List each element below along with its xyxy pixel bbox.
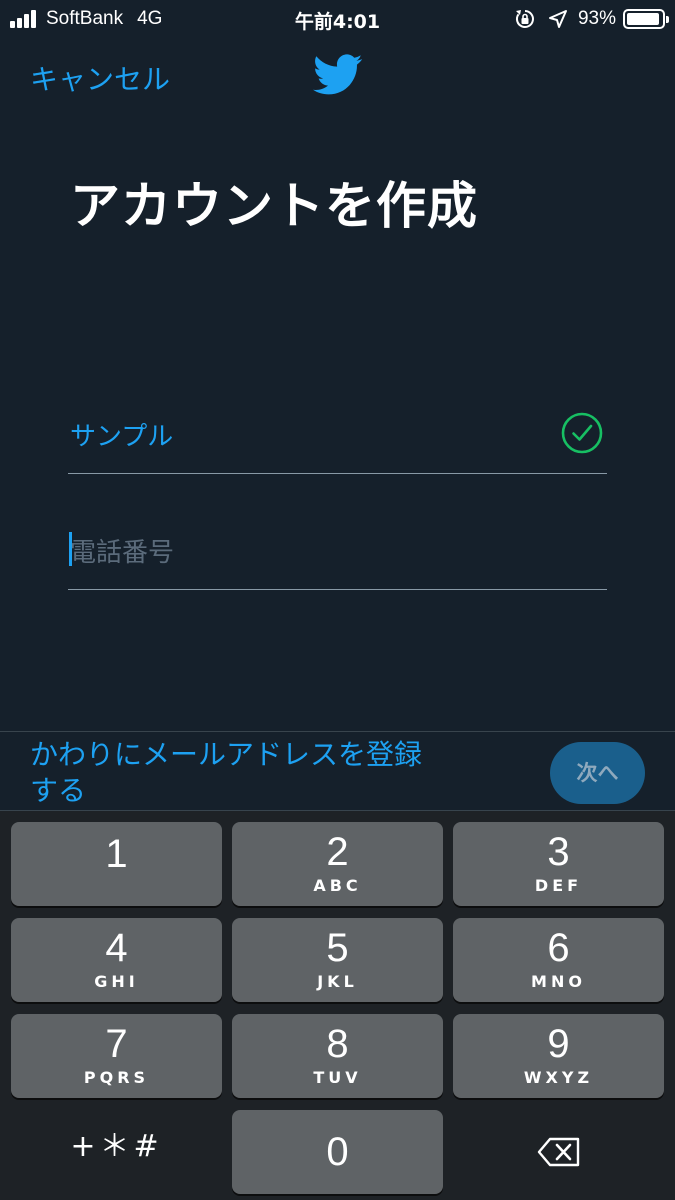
key-letters: TUV [313, 1068, 362, 1087]
key-9[interactable]: 9 WXYZ [453, 1014, 664, 1098]
key-4[interactable]: 4 GHI [11, 918, 222, 1002]
battery-icon [623, 9, 669, 29]
key-digit: 5 [326, 926, 349, 970]
key-digit: 6 [547, 926, 570, 970]
numeric-keypad: 1 2 ABC 3 DEF 4 GHI 5 JKL 6 MNO 7 PQRS 8… [0, 811, 675, 1200]
key-0[interactable]: 0 [232, 1110, 443, 1194]
delete-key[interactable] [453, 1110, 664, 1194]
use-email-link[interactable]: かわりにメールアドレスを登録する [30, 737, 440, 809]
next-button[interactable]: 次へ [550, 742, 645, 804]
location-icon [548, 10, 567, 28]
key-digit: 3 [547, 830, 570, 874]
key-digit: 1 [105, 832, 128, 876]
page-title: アカウントを作成 [70, 177, 478, 235]
key-1[interactable]: 1 [11, 822, 222, 906]
key-8[interactable]: 8 TUV [232, 1014, 443, 1098]
name-value: サンプル [70, 422, 174, 452]
phone-placeholder: 電話番号 [70, 538, 175, 568]
key-letters: JKL [317, 972, 358, 991]
cancel-button[interactable]: キャンセル [30, 58, 170, 98]
twitter-bird-icon [313, 54, 363, 95]
key-3[interactable]: 3 DEF [453, 822, 664, 906]
status-right: 93% [514, 6, 669, 32]
phone-field[interactable]: 電話番号 [68, 520, 607, 590]
key-letters: GHI [94, 972, 139, 991]
name-field[interactable]: サンプル [68, 404, 607, 474]
key-symbols[interactable]: +＊# [11, 1105, 222, 1189]
key-2[interactable]: 2 ABC [232, 822, 443, 906]
backspace-icon [537, 1137, 580, 1167]
status-bar: SoftBank 4G 午前4:01 93% [0, 0, 675, 38]
battery-fill [627, 13, 659, 25]
key-7[interactable]: 7 PQRS [11, 1014, 222, 1098]
key-digit: 4 [105, 926, 128, 970]
key-letters: PQRS [83, 1068, 150, 1087]
key-digit: 7 [105, 1022, 128, 1066]
key-digit: 9 [547, 1022, 570, 1066]
key-5[interactable]: 5 JKL [232, 918, 443, 1002]
key-6[interactable]: 6 MNO [453, 918, 664, 1002]
key-letters: ABC [313, 876, 362, 895]
orientation-lock-icon [515, 10, 534, 28]
key-letters: WXYZ [523, 1068, 594, 1087]
footer-bar: かわりにメールアドレスを登録する 次へ [0, 731, 675, 811]
key-digit: 2 [326, 830, 349, 874]
key-digit: 8 [326, 1022, 349, 1066]
battery-percent: 93% [577, 8, 616, 29]
check-circle-icon [561, 412, 603, 454]
key-letters: DEF [534, 876, 583, 895]
key-letters: MNO [531, 972, 586, 991]
key-digit: 0 [326, 1130, 349, 1174]
